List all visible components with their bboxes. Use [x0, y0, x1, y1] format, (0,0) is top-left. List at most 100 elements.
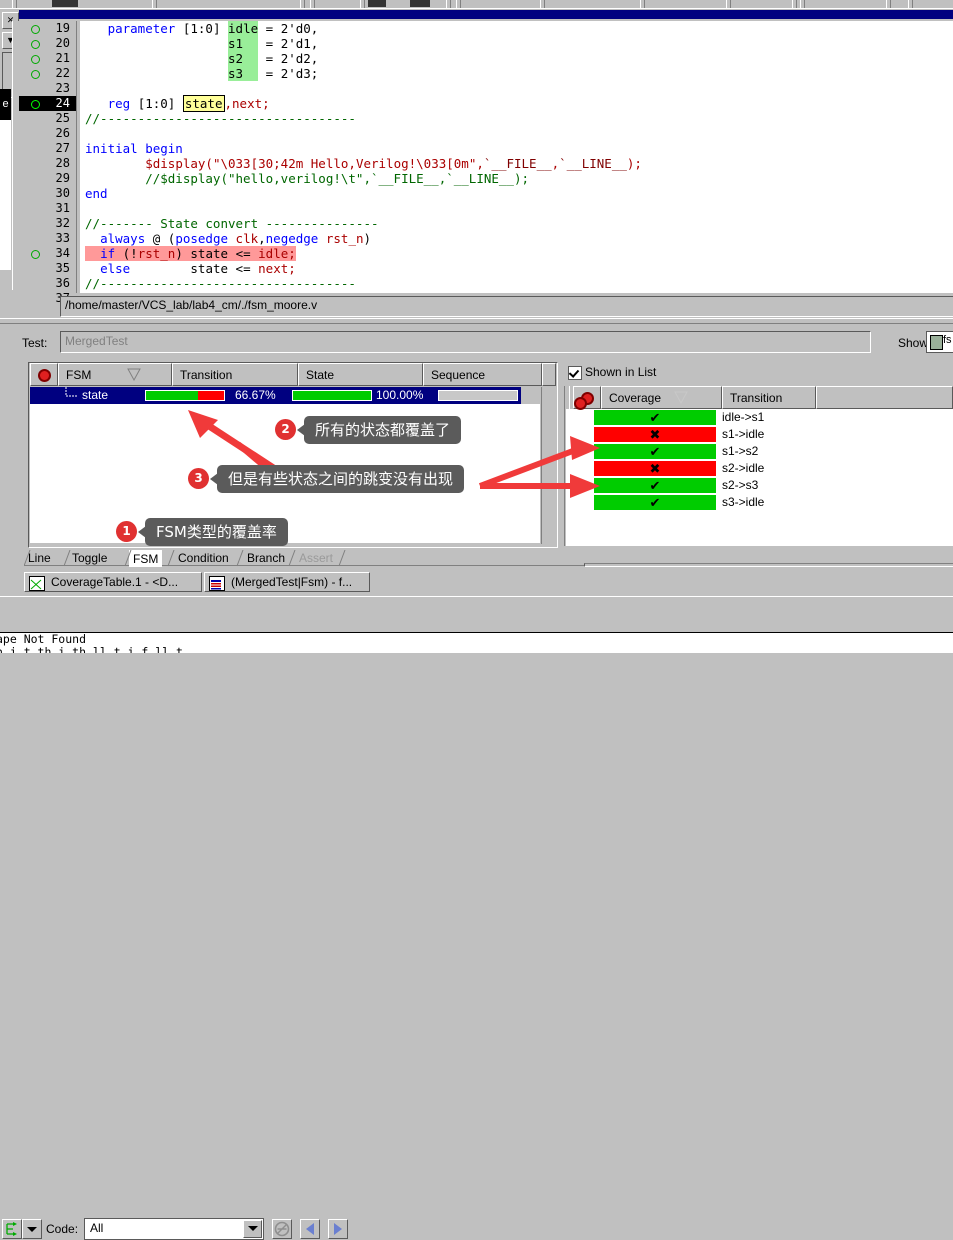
column-header-state[interactable]: State	[298, 363, 423, 386]
column-header-spacer-right	[816, 386, 953, 409]
coverage-dot-icon	[31, 250, 40, 259]
coverage-cell: ✔	[594, 478, 716, 493]
test-name-field[interactable]: MergedTest	[60, 331, 871, 353]
taskbar-button-coverage-table[interactable]: CoverageTable.1 - <D...	[24, 572, 202, 592]
gutter-line[interactable]: 22	[19, 66, 76, 81]
next-arrow-icon[interactable]	[328, 1219, 348, 1239]
table-row[interactable]: state 66.67% 100.00%	[30, 387, 521, 404]
coverage-dot-icon	[31, 55, 40, 64]
gutter-line-number: 32	[55, 216, 70, 230]
gutter-line[interactable]: 29	[19, 171, 76, 186]
gutter-line-number: 33	[55, 231, 70, 245]
horizontal-splitter[interactable]	[0, 318, 953, 324]
coverage-dot-icon	[31, 70, 40, 79]
coverage-dot-icon	[31, 25, 40, 34]
gutter-line-number: 36	[55, 276, 70, 290]
flow-dropdown-button[interactable]	[22, 1219, 42, 1239]
gutter-line-number: 35	[55, 261, 70, 275]
gutter-line[interactable]: 31	[19, 201, 76, 216]
tree-branch-icon	[65, 387, 78, 397]
bottom-toolbar: Code: All	[0, 608, 953, 1240]
gutter-line-number: 22	[55, 66, 70, 80]
marker-dot-icon	[574, 397, 587, 410]
status-log-area[interactable]: ape Not Found h i t th i th ll t i f ll …	[0, 632, 953, 653]
gutter-line[interactable]: 26	[19, 126, 76, 141]
gutter-line[interactable]: 30	[19, 186, 76, 201]
sort-descending-icon	[674, 391, 688, 405]
state-coverage-bar	[292, 390, 372, 401]
no-entry-icon[interactable]	[272, 1219, 292, 1239]
coverage-cell: ✔	[594, 495, 716, 510]
transition-table-header: Coverage Transition	[566, 386, 953, 409]
vertical-scrollbar[interactable]	[541, 387, 557, 544]
chevron-down-icon[interactable]	[243, 1220, 262, 1238]
column-header-transition[interactable]: Transition	[172, 363, 298, 386]
column-header-sequence[interactable]: Sequence	[423, 363, 542, 386]
gutter-line[interactable]: 36	[19, 276, 76, 291]
taskbar-button-coverage-table-label: CoverageTable.1 - <D...	[51, 575, 179, 589]
table-row[interactable]: ✔ s3->idle	[566, 494, 953, 511]
tab-rule	[584, 563, 953, 567]
transition-table-body: ✔ idle->s1 ✖ s1->idle ✔ s1->s2 ✖ s2->idl…	[566, 409, 953, 546]
left-marker-badge: e	[0, 89, 11, 120]
coverage-cell: ✔	[594, 444, 716, 459]
source-code-text[interactable]: parameter [1:0] idle = 2'd0, s1 = 2'd1, …	[80, 21, 953, 293]
gutter-line[interactable]: 33	[19, 231, 76, 246]
fsm-name: state	[82, 388, 109, 402]
code-filter-select[interactable]: All	[84, 1218, 264, 1240]
column-header-sequence-label: Sequence	[431, 368, 486, 382]
taskbar-button-mergedtest-fsm[interactable]: (MergedTest|Fsm) - f...	[204, 572, 370, 592]
transition-name: s3->idle	[722, 495, 765, 509]
fsm-summary-panel: FSM Transition State Sequence state 66.6…	[28, 362, 558, 548]
annotation-callout-3: 但是有些状态之间的跳变没有出现	[209, 465, 465, 493]
gutter-line[interactable]: 21	[19, 51, 76, 66]
prev-arrow-icon[interactable]	[300, 1219, 320, 1239]
annotation-callout-1: FSM类型的覆盖率	[138, 518, 288, 546]
gutter-line[interactable]: 20	[19, 36, 76, 51]
column-header-fsm[interactable]: FSM	[58, 363, 172, 386]
table-row[interactable]: ✖ s1->idle	[566, 426, 953, 443]
flow-icon-button[interactable]	[2, 1219, 22, 1239]
transition-coverage-bar	[145, 390, 225, 401]
line-number-gutter: 19202122232425262728293031323334353637	[19, 21, 76, 305]
state-coverage-pct: 100.00%	[376, 388, 424, 402]
gutter-line-number: 28	[55, 156, 70, 170]
sort-descending-icon	[127, 368, 141, 382]
coverage-dot-icon	[31, 40, 40, 49]
table-row[interactable]: ✔ idle->s1	[566, 409, 953, 426]
gutter-line[interactable]: 25	[19, 111, 76, 126]
show-select[interactable]: fs	[926, 331, 953, 353]
transition-name: s2->s3	[722, 478, 759, 492]
column-header-marker[interactable]	[30, 363, 58, 386]
gutter-line-number: 24	[55, 96, 70, 110]
gutter-line[interactable]: 28	[19, 156, 76, 171]
file-path-field[interactable]: /home/master/VCS_lab/lab4_cm/./fsm_moore…	[60, 296, 953, 317]
gutter-line-number: 21	[55, 51, 70, 65]
gutter-line-number: 25	[55, 111, 70, 125]
gutter-line[interactable]: 23	[19, 81, 76, 96]
annotation-badge-3: 3	[188, 468, 209, 489]
code-filter-value: All	[90, 1221, 104, 1235]
coverage-cell: ✖	[594, 461, 716, 476]
column-header-coverage[interactable]: Coverage	[601, 386, 722, 409]
left-white-strip	[0, 120, 11, 270]
gutter-line[interactable]: 19	[19, 21, 76, 36]
column-header-transition-right[interactable]: Transition	[722, 386, 816, 409]
table-row[interactable]: ✖ s2->idle	[566, 460, 953, 477]
coverage-cell: ✔	[594, 410, 716, 425]
table-row[interactable]: ✔ s1->s2	[566, 443, 953, 460]
top-toolbar-strip	[0, 0, 953, 10]
shown-in-list-checkbox[interactable]	[568, 366, 582, 380]
gutter-line[interactable]: 27	[19, 141, 76, 156]
table-row[interactable]: ✔ s2->s3	[566, 477, 953, 494]
gutter-line[interactable]: 34	[19, 246, 76, 261]
gutter-line[interactable]: 24	[19, 96, 76, 111]
gutter-line[interactable]: 32	[19, 216, 76, 231]
gutter-line-number: 23	[55, 81, 70, 95]
gutter-line[interactable]: 35	[19, 261, 76, 276]
code-label: Code:	[46, 1222, 79, 1236]
gutter-line-number: 31	[55, 201, 70, 215]
taskbar-button-mergedtest-fsm-label: (MergedTest|Fsm) - f...	[231, 575, 353, 589]
annotation-badge-1: 1	[116, 521, 137, 542]
column-header-fsm-label: FSM	[66, 368, 92, 382]
